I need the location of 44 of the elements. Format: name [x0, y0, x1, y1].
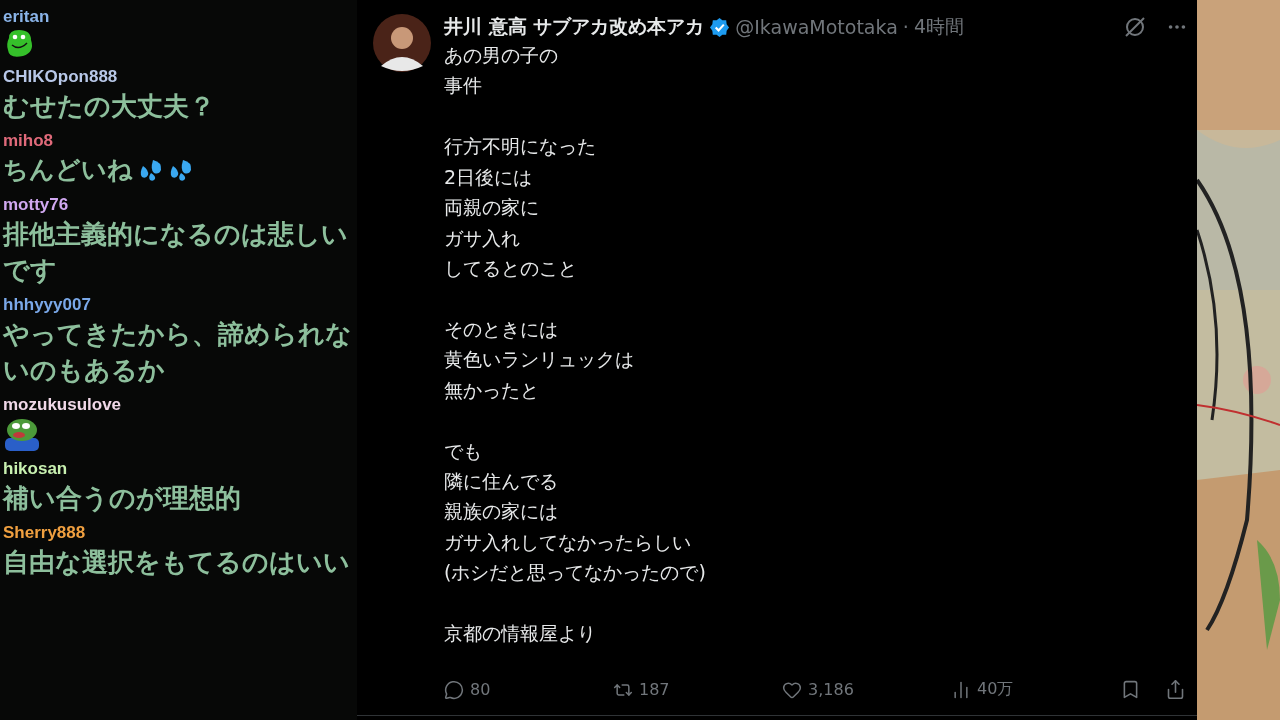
- post-text-line: 隣に住んでる: [444, 468, 559, 494]
- frog-emote-icon: [3, 416, 41, 452]
- post-text-line: でも: [444, 438, 483, 464]
- action-count: 187: [639, 680, 670, 699]
- author-handle[interactable]: @IkawaMototaka: [735, 16, 898, 38]
- chat-message: やってきたから、諦められないのもあるか: [3, 318, 353, 387]
- avatar[interactable]: [373, 14, 431, 72]
- post-text-line: 両親の家に: [444, 195, 540, 221]
- chat-username: miho8: [3, 130, 55, 152]
- post-text-line: 親族の家には: [444, 499, 559, 525]
- post-text-line: 無かったと: [444, 377, 540, 403]
- chat-username: Sherry888: [3, 522, 87, 544]
- post-text-line: 黄色いランリュックは: [444, 347, 635, 373]
- chat-username: hhhyyy007: [3, 294, 92, 316]
- separator: ·: [902, 16, 909, 38]
- author-name[interactable]: 井川 意高 サブアカ改め本アカ: [444, 14, 705, 40]
- chat-message: 自由な選択をもてるのはいい: [3, 546, 351, 579]
- share-icon[interactable]: [1165, 679, 1186, 700]
- action-count: 80: [470, 680, 491, 699]
- like-icon: [782, 679, 802, 700]
- post-text-line: (ホシだと思ってなかったので): [444, 560, 707, 586]
- post-text-line: ガサ入れしてなかったらしい: [444, 529, 692, 555]
- chat-message: ちんどいね: [3, 154, 133, 186]
- chat-message: むせたの大丈夫？: [3, 90, 216, 123]
- post-text-line: 京都の情報屋より: [444, 621, 597, 647]
- chat-username: hikosan: [3, 458, 69, 480]
- post-text-line: そのときには: [444, 316, 559, 342]
- post-text-line: ガサ入れ: [444, 225, 521, 251]
- post-text-line: 事件: [444, 73, 483, 99]
- chat-message: 補い合うのが理想的: [3, 482, 242, 515]
- post-text-line: 2日後には: [444, 164, 534, 190]
- post-text-line: あの男の子の: [444, 43, 559, 68]
- chat-username: eritan: [3, 6, 51, 28]
- post-text-line: 行方不明になった: [444, 134, 597, 160]
- chat-username: mozukusulove: [3, 394, 123, 416]
- post-text-line: してるとのこと: [444, 255, 578, 281]
- chat-username: CHIKOpon888: [3, 66, 119, 88]
- action-count: 40万: [977, 679, 1014, 700]
- chat-message: 排他主義的になるのは悲しいです: [3, 218, 349, 287]
- reply-icon: [444, 679, 464, 700]
- action-count: 3,186: [808, 680, 854, 699]
- views-icon: [951, 679, 971, 700]
- chat-username: motty76: [3, 194, 70, 216]
- post-time[interactable]: 4時間: [913, 14, 964, 40]
